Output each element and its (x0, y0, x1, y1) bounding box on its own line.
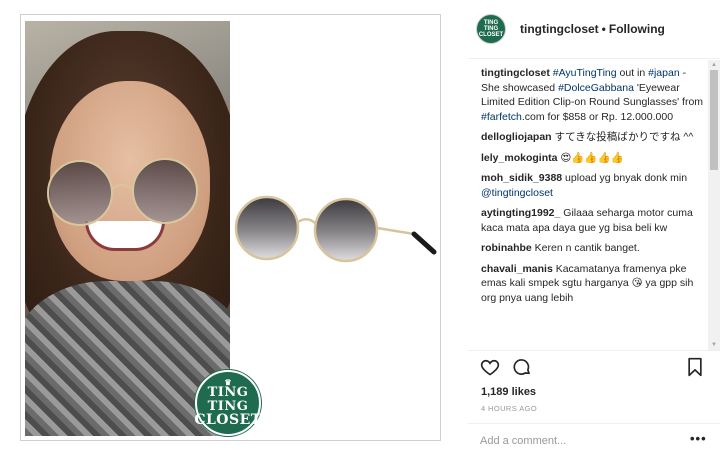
comment-username[interactable]: chavali_manis (481, 263, 553, 275)
comment-text: すてきな投稿ばかりですね ^^ (551, 131, 694, 143)
comment-hashtag-link[interactable]: #AyuTingTing (553, 67, 617, 79)
post-header: TING TING CLOSET tingtingcloset • Follow… (476, 11, 665, 47)
comment-hashtag-link[interactable]: #farfetch (481, 111, 522, 123)
comment-hashtag-link[interactable]: #japan (648, 67, 680, 79)
comment-item: aytingting1992_ Gilaaa seharga motor cum… (481, 206, 706, 235)
comments-list[interactable]: tingtingcloset #AyuTingTing out in #japa… (481, 66, 706, 348)
worn-sunglasses-icon (47, 158, 198, 226)
comment-username[interactable]: moh_sidik_9388 (481, 172, 562, 184)
comment-username[interactable]: lely_mokoginta (481, 152, 557, 164)
comment-text: .com for $858 or Rp. 12.000.000 (521, 110, 674, 123)
likes-count[interactable]: 1,189 likes (481, 386, 536, 398)
comment-username[interactable]: dellogliojapan (481, 131, 552, 143)
header-divider (468, 58, 720, 59)
comment-item: moh_sidik_9388 upload yg bnyak donk min … (481, 171, 706, 200)
post-image[interactable]: ♛ TING TING CLOSET (20, 14, 441, 441)
comment-hashtag-link[interactable]: #DolceGabbana (558, 82, 634, 94)
comment-text: upload yg bnyak donk min (562, 172, 688, 184)
heart-outline-icon[interactable] (480, 357, 500, 377)
more-options-button[interactable]: ••• (690, 431, 707, 446)
comment-text: 😍👍👍👍👍 (557, 151, 624, 164)
action-bar (480, 357, 702, 379)
scroll-thumb[interactable] (710, 70, 718, 170)
comment-hashtag-link[interactable]: @tingtingcloset (481, 187, 553, 199)
add-comment-divider (468, 423, 720, 424)
header-username[interactable]: tingtingcloset (520, 22, 599, 36)
comment-username[interactable]: tingtingcloset (481, 67, 550, 79)
comment-username[interactable]: robinahbe (481, 242, 532, 254)
comment-item: chavali_manis Kacamatanya framenya pke e… (481, 262, 706, 306)
comments-scrollbar[interactable]: ▲ ▼ (708, 60, 720, 350)
post-timestamp[interactable]: 4 HOURS AGO (481, 404, 537, 413)
model-photo (25, 21, 230, 436)
comment-item: dellogliojapan すてきな投稿ばかりですね ^^ (481, 130, 706, 145)
scroll-down-arrow-icon[interactable]: ▼ (708, 340, 720, 350)
avatar[interactable]: TING TING CLOSET (476, 14, 506, 44)
actions-divider (468, 350, 720, 351)
comment-text: out in (616, 67, 649, 79)
comment-username[interactable]: aytingting1992_ (481, 207, 560, 219)
add-comment-input[interactable] (480, 433, 680, 449)
logo-line1: TING TING (207, 385, 249, 414)
comment-item: robinahbe Keren n cantik banget. (481, 241, 706, 256)
avatar-text: TING TING CLOSET (478, 20, 504, 38)
logo-line2: CLOSET (194, 412, 262, 429)
product-sunglasses-icon (234, 195, 437, 263)
following-button[interactable]: Following (609, 22, 665, 36)
tingting-closet-logo: ♛ TING TING CLOSET (194, 370, 262, 436)
header-separator: • (601, 22, 606, 36)
comment-text: Keren n cantik banget. (531, 242, 640, 254)
bookmark-icon[interactable] (687, 357, 703, 377)
comment-bubble-icon[interactable] (512, 357, 532, 377)
scroll-up-arrow-icon[interactable]: ▲ (708, 60, 720, 70)
comment-item: lely_mokoginta 😍👍👍👍👍 (481, 151, 706, 166)
comment-item: tingtingcloset #AyuTingTing out in #japa… (481, 66, 706, 124)
